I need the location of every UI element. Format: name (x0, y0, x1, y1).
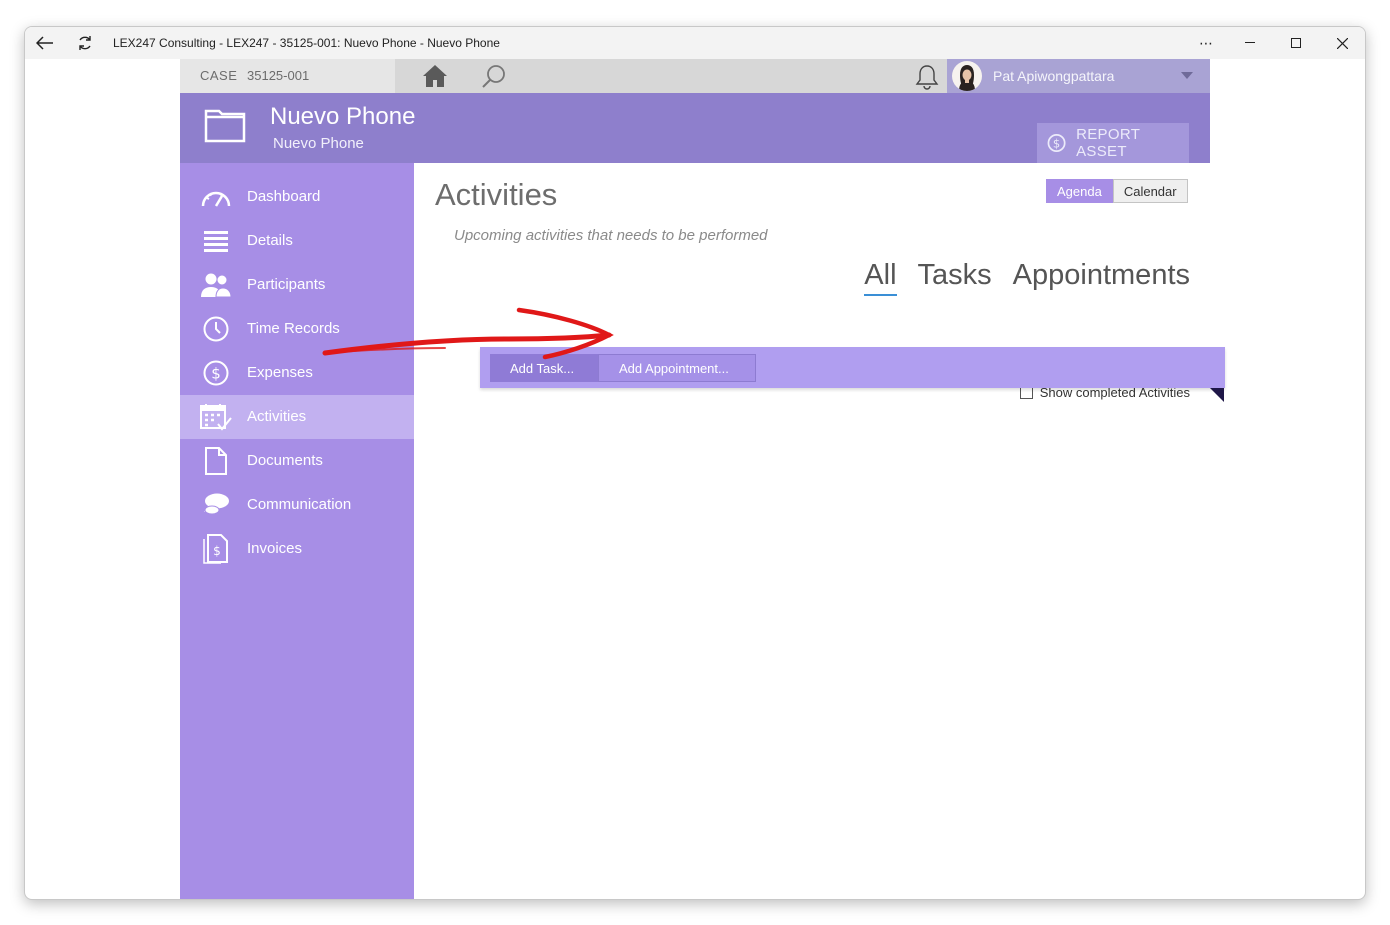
home-button[interactable] (422, 64, 448, 93)
notifications-button[interactable] (914, 63, 940, 96)
chevron-down-icon (1181, 72, 1193, 79)
sidebar-item-documents[interactable]: Documents (180, 439, 414, 483)
calendar-view-button[interactable]: Calendar (1112, 179, 1188, 203)
svg-text:$: $ (211, 365, 221, 383)
app-window: LEX247 Consulting - LEX247 - 35125-001: … (24, 26, 1366, 900)
chat-icon (200, 492, 232, 518)
sidebar-item-label: Details (247, 232, 293, 249)
action-bar-corner (1210, 388, 1224, 402)
people-icon (200, 272, 232, 298)
sidebar-item-expenses[interactable]: $ Expenses (180, 351, 414, 395)
report-asset-button[interactable]: $ REPORT ASSET (1037, 123, 1189, 163)
refresh-icon (79, 36, 91, 50)
sidebar-item-activities[interactable]: Activities (180, 395, 414, 439)
gauge-icon (200, 184, 232, 210)
search-icon (482, 65, 505, 88)
sidebar-item-label: Invoices (247, 540, 303, 557)
user-name: Pat Apiwongpattara (993, 68, 1115, 84)
agenda-view-button[interactable]: Agenda (1046, 179, 1113, 203)
title-bar: LEX247 Consulting - LEX247 - 35125-001: … (25, 27, 1365, 59)
top-bar: CASE 35125-001 Pat Apiwongpattara (180, 59, 1210, 93)
case-title: Nuevo Phone (270, 103, 416, 130)
sidebar-item-label: Communication (247, 496, 352, 513)
dollar-circle-icon: $ (1047, 134, 1066, 152)
sidebar-item-label: Dashboard (247, 188, 321, 205)
calendar-check-icon (200, 404, 232, 431)
maximize-icon (1291, 38, 1301, 48)
close-icon (1336, 37, 1348, 49)
tab-all[interactable]: All (864, 259, 897, 296)
close-button[interactable] (1319, 31, 1365, 55)
page-subtitle: Upcoming activities that needs to be per… (454, 227, 768, 244)
more-options-button[interactable]: ⋯ (1183, 31, 1229, 55)
case-header: Nuevo Phone Nuevo Phone $ REPORT ASSET (180, 93, 1210, 163)
sidebar-item-label: Participants (247, 276, 326, 293)
clock-icon (200, 316, 232, 342)
svg-text:$: $ (1053, 136, 1060, 150)
minimize-button[interactable] (1227, 31, 1273, 55)
report-asset-label: REPORT ASSET (1076, 126, 1140, 160)
invoice-icon: $ (200, 534, 232, 564)
sidebar-item-label: Documents (247, 452, 323, 469)
sidebar-item-dashboard[interactable]: Dashboard (180, 175, 414, 219)
sidebar-item-details[interactable]: Details (180, 219, 414, 263)
page-title: Activities (435, 177, 558, 212)
tab-appointments[interactable]: Appointments (1013, 259, 1190, 292)
view-toggle: Agenda Calendar (1046, 179, 1188, 203)
sidebar-item-time-records[interactable]: Time Records (180, 307, 414, 351)
avatar-image-icon (959, 65, 975, 91)
avatar (952, 61, 982, 91)
app-area: CASE 35125-001 Pat Apiwongpattara Nuevo … (180, 59, 1225, 899)
minimize-icon (1245, 42, 1255, 43)
home-icon (423, 65, 447, 87)
search-button[interactable] (481, 64, 507, 95)
add-task-button[interactable]: Add Task... (490, 354, 600, 382)
dollar-icon: $ (200, 360, 232, 386)
list-icon (200, 228, 232, 254)
tab-tasks[interactable]: Tasks (918, 259, 992, 292)
user-menu[interactable]: Pat Apiwongpattara (947, 59, 1210, 93)
sidebar-item-label: Activities (247, 408, 307, 425)
sidebar-item-communication[interactable]: Communication (180, 483, 414, 527)
back-button[interactable] (31, 31, 59, 55)
bell-icon (915, 65, 939, 90)
back-arrow-icon (36, 36, 53, 50)
sidebar-item-label: Expenses (247, 364, 313, 381)
activities-panel: Activities Upcoming activities that need… (414, 163, 1210, 899)
document-icon (200, 447, 232, 475)
case-number: 35125-001 (247, 68, 310, 83)
sidebar-item-label: Time Records (247, 320, 340, 337)
activity-filter-tabs: All Tasks Appointments (864, 259, 1190, 296)
sidebar-item-participants[interactable]: Participants (180, 263, 414, 307)
more-dots-icon: ⋯ (1199, 34, 1213, 51)
sidebar-nav: Dashboard Details Participants Time Reco… (180, 163, 414, 899)
case-label: CASE (200, 68, 238, 83)
add-appointment-button[interactable]: Add Appointment... (598, 354, 756, 382)
svg-text:$: $ (213, 544, 221, 558)
activity-action-bar: Add Task... Add Appointment... (480, 347, 1225, 388)
refresh-button[interactable] (71, 31, 99, 55)
case-subtitle: Nuevo Phone (273, 135, 364, 152)
folder-icon (204, 107, 246, 148)
sidebar-item-invoices[interactable]: $ Invoices (180, 527, 414, 571)
maximize-button[interactable] (1273, 31, 1319, 55)
window-title: LEX247 Consulting - LEX247 - 35125-001: … (113, 36, 500, 50)
case-indicator: CASE 35125-001 (180, 59, 395, 93)
